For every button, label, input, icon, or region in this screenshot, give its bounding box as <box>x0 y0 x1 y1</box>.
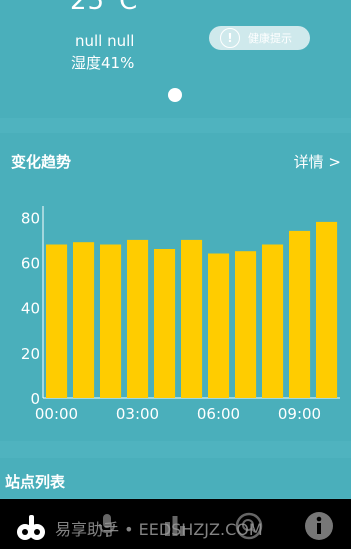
search-icon[interactable] <box>234 511 264 541</box>
trend-title: 变化趋势 <box>11 153 72 171</box>
y-tick-label: 80 <box>21 209 40 227</box>
y-tick-label: 20 <box>21 345 40 363</box>
bar-0700 <box>235 251 257 398</box>
mic-icon[interactable] <box>92 511 122 541</box>
watermark-text: 易享助手 • EEDSHZJZ.COM <box>55 520 263 539</box>
x-tick-label: 03:00 <box>116 405 159 423</box>
trend-detail-link[interactable]: 详情 > <box>294 151 341 172</box>
x-tick-label: 06:00 <box>197 405 240 423</box>
info-icon[interactable] <box>304 511 334 541</box>
health-tip-button[interactable]: ! 健康提示 <box>209 26 310 50</box>
bar-0800 <box>262 244 284 398</box>
bar-0400 <box>154 249 176 398</box>
bar-0000 <box>46 244 68 398</box>
x-tick-label: 00:00 <box>35 405 78 423</box>
warning-circle-icon: ! <box>220 28 240 48</box>
page-indicator-dot[interactable] <box>168 88 182 102</box>
bar-0200 <box>100 244 122 398</box>
trend-bar-chart: 02040608000:00 03:00 06:00 09:00 <box>21 206 340 423</box>
health-tip-label: 健康提示 <box>248 32 292 45</box>
y-tick-label: 40 <box>21 300 40 318</box>
bottom-nav-bar: 易享助手 • EEDSHZJZ.COM <box>0 499 351 549</box>
bar-1000 <box>316 221 338 398</box>
bar-0300 <box>127 239 149 398</box>
stats-icon[interactable] <box>160 511 190 541</box>
home-icon[interactable] <box>15 512 47 544</box>
bar-0600 <box>208 253 230 398</box>
temperature-value: 25°C <box>70 0 139 16</box>
y-tick-label: 60 <box>21 255 40 273</box>
humidity-label: 湿度41% <box>71 54 135 72</box>
weather-card: 25°C null null 湿度41% ! 健康提示 <box>0 0 351 118</box>
x-tick-label: 09:00 <box>278 405 321 423</box>
station-list-header: 站点列表 <box>0 458 351 498</box>
bar-0100 <box>73 242 95 398</box>
trend-card: 变化趋势 详情 > 0 20 40 60 80 00:00 03:00 06:00 09:00 <box>0 133 351 441</box>
bar-0900 <box>289 230 311 398</box>
station-list-title: 站点列表 <box>5 473 66 491</box>
bar-0500 <box>181 239 203 398</box>
location-label: null null <box>75 32 135 50</box>
